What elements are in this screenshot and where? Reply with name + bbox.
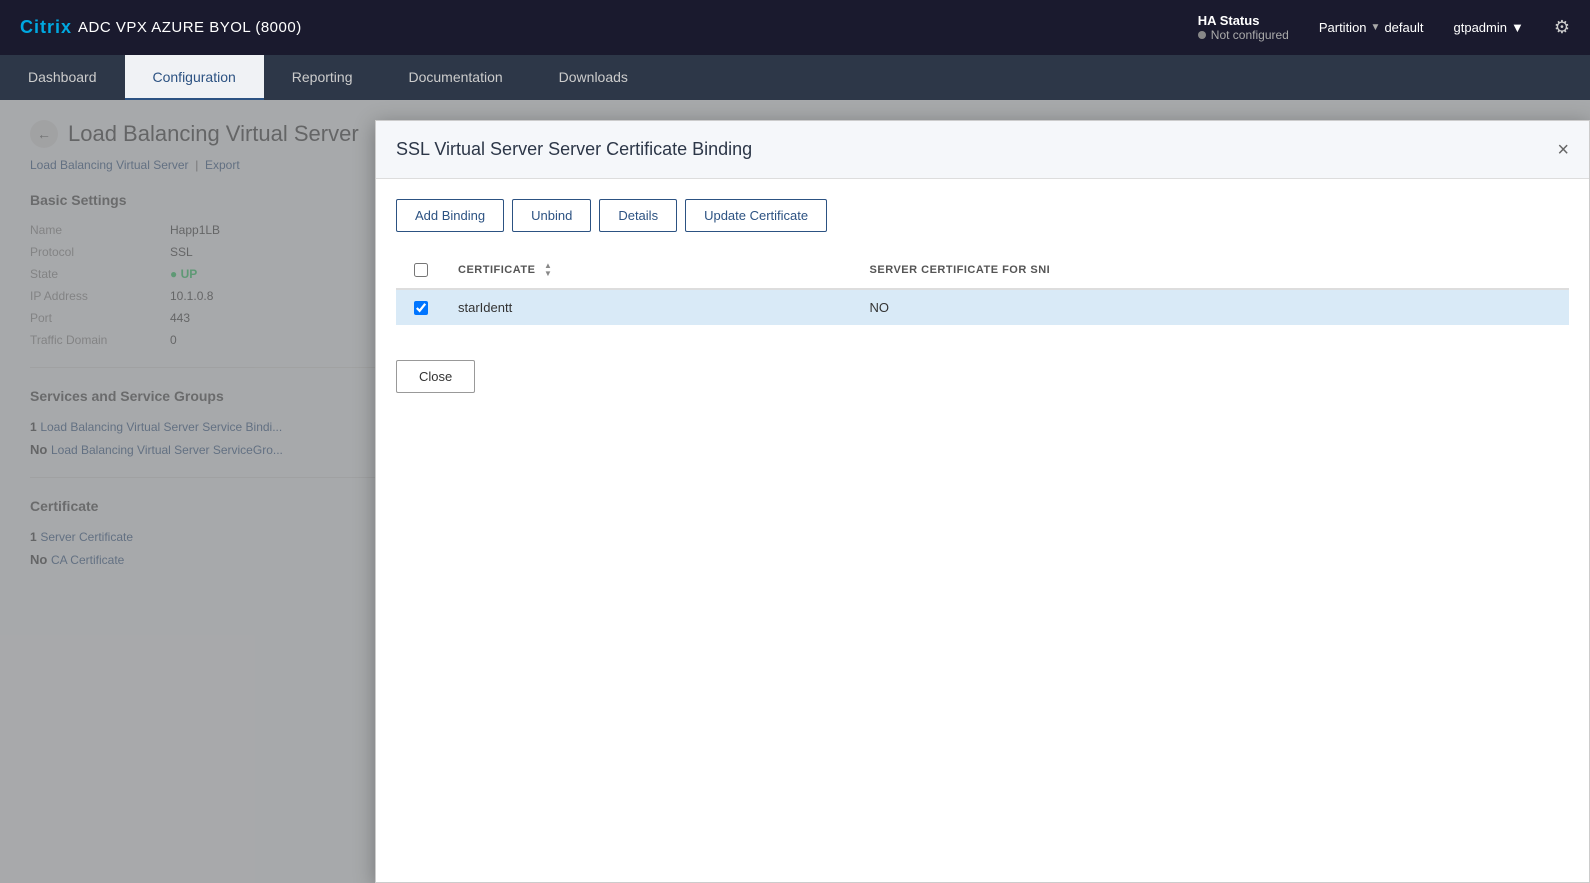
app-name: ADC VPX AZURE BYOL (8000) (78, 19, 302, 36)
details-button[interactable]: Details (599, 199, 677, 232)
ha-status-label: HA Status (1198, 13, 1260, 28)
tab-downloads[interactable]: Downloads (531, 55, 656, 100)
col-sni: SERVER CERTIFICATE FOR SNI (858, 252, 1569, 289)
ha-dot-icon (1198, 31, 1206, 39)
update-certificate-button[interactable]: Update Certificate (685, 199, 827, 232)
main-content: ← Load Balancing Virtual Server Load Bal… (0, 100, 1590, 883)
partition-label: Partition (1319, 20, 1367, 35)
topbar-right: HA Status Not configured Partition ▼ def… (1198, 13, 1570, 42)
row-checkbox[interactable] (414, 301, 428, 315)
modal-title: SSL Virtual Server Server Certificate Bi… (396, 139, 752, 160)
tab-dashboard[interactable]: Dashboard (0, 55, 125, 100)
certificate-name: starIdentt (446, 289, 858, 325)
tab-reporting[interactable]: Reporting (264, 55, 381, 100)
user-chevron-icon: ▼ (1511, 20, 1524, 35)
ha-status: HA Status Not configured (1198, 13, 1289, 42)
user-menu[interactable]: gtpadmin ▼ (1454, 20, 1524, 35)
brand: Citrix ADC VPX AZURE BYOL (8000) (20, 17, 302, 38)
col-checkbox (396, 252, 446, 289)
col-certificate: CERTIFICATE ▲ ▼ (446, 252, 858, 289)
chevron-down-icon: ▼ (1371, 22, 1381, 33)
certificate-table: CERTIFICATE ▲ ▼ SERVER CERTIFICATE FOR S… (396, 252, 1569, 325)
sort-icon: ▲ ▼ (544, 262, 552, 278)
add-binding-button[interactable]: Add Binding (396, 199, 504, 232)
select-all-checkbox[interactable] (414, 263, 428, 277)
row-checkbox-cell (396, 289, 446, 325)
ha-status-text: Not configured (1211, 28, 1289, 42)
modal-close-button[interactable]: × (1557, 140, 1569, 160)
close-button[interactable]: Close (396, 360, 475, 393)
ha-status-value: Not configured (1198, 28, 1289, 42)
partition-info[interactable]: Partition ▼ default (1319, 20, 1424, 35)
modal-body: Add Binding Unbind Details Update Certif… (376, 179, 1589, 345)
nav-tabs: Dashboard Configuration Reporting Docume… (0, 55, 1590, 100)
modal-header: SSL Virtual Server Server Certificate Bi… (376, 121, 1589, 179)
modal-footer: Close (376, 345, 1589, 408)
table-row: starIdentt NO (396, 289, 1569, 325)
unbind-button[interactable]: Unbind (512, 199, 591, 232)
username: gtpadmin (1454, 20, 1507, 35)
tab-configuration[interactable]: Configuration (125, 55, 264, 100)
sni-value: NO (858, 289, 1569, 325)
action-buttons: Add Binding Unbind Details Update Certif… (396, 199, 1569, 232)
modal-dialog: SSL Virtual Server Server Certificate Bi… (375, 120, 1590, 883)
partition-value: default (1384, 20, 1423, 35)
table-header-row: CERTIFICATE ▲ ▼ SERVER CERTIFICATE FOR S… (396, 252, 1569, 289)
tab-documentation[interactable]: Documentation (380, 55, 530, 100)
gear-icon[interactable]: ⚙ (1554, 17, 1570, 38)
topbar: Citrix ADC VPX AZURE BYOL (8000) HA Stat… (0, 0, 1590, 55)
citrix-logo: Citrix (20, 17, 72, 38)
